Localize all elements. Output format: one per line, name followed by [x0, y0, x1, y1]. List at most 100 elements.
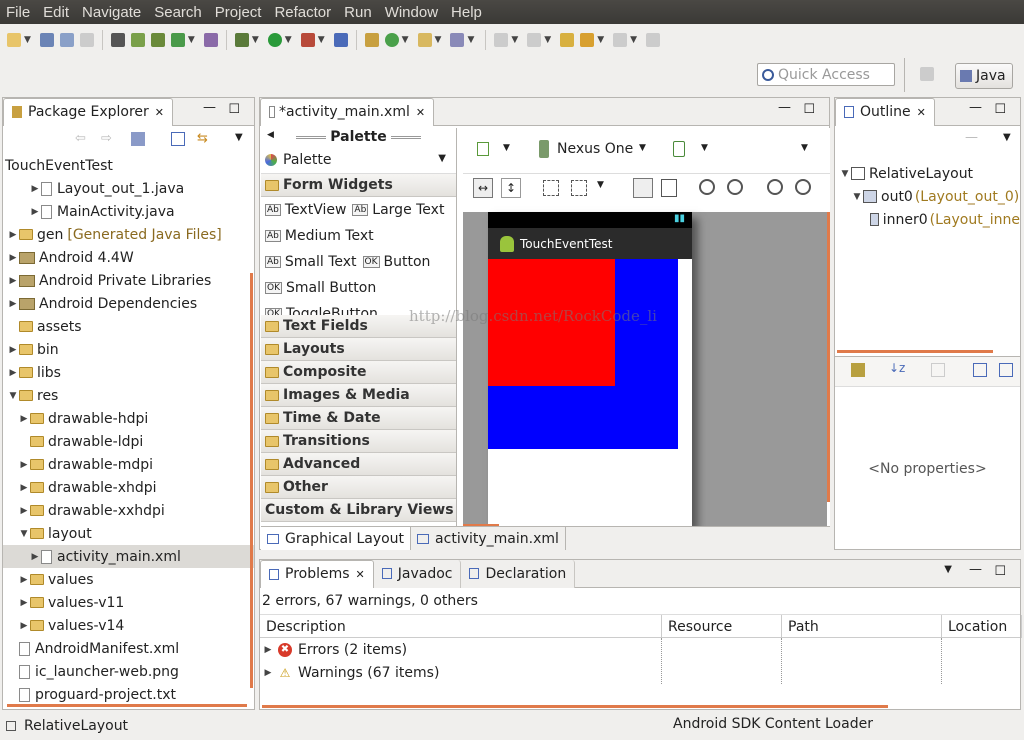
new-icon[interactable]	[7, 33, 21, 47]
expand-arrow-icon[interactable]: ▶	[7, 299, 19, 309]
run-icon[interactable]	[267, 33, 282, 47]
expand-arrow-icon[interactable]: ▶	[18, 575, 30, 585]
pin-editor-icon[interactable]	[646, 33, 661, 47]
tree-item[interactable]: AndroidManifest.xml	[3, 637, 254, 660]
search-tool-icon[interactable]	[450, 33, 465, 47]
sort-alpha-icon[interactable]: ↓z	[889, 361, 905, 375]
more-options-icon[interactable]: ▼	[801, 143, 808, 153]
editor-bottom-tab[interactable]: activity_main.xml	[411, 527, 566, 550]
tree-item[interactable]: ▶ Android 4.4W	[3, 246, 254, 269]
menu-window[interactable]: Window	[385, 4, 438, 21]
expand-arrow-icon[interactable]: ▶	[262, 668, 274, 678]
expand-arrow-icon[interactable]: ▶	[29, 207, 41, 217]
expand-arrow-icon[interactable]: ▶	[7, 253, 19, 263]
orientation-icon[interactable]	[673, 141, 685, 157]
expand-arrow-icon[interactable]: ▶	[262, 645, 274, 655]
tree-item[interactable]: ▶ Layout_out_1.java	[3, 177, 254, 200]
palette-widget[interactable]: OK ToggleButton	[265, 306, 378, 315]
zoom-out-icon[interactable]	[767, 179, 783, 195]
maximize-icon[interactable]: ☐	[228, 102, 240, 117]
minimize-icon[interactable]: —	[778, 100, 791, 115]
palette-widget[interactable]: Ab Medium Text	[265, 228, 374, 244]
expand-arrow-icon[interactable]: ▼	[18, 529, 30, 539]
view-menu-icon[interactable]: ▼	[235, 132, 243, 143]
collapse-all-icon[interactable]	[171, 132, 185, 146]
expand-arrow-icon[interactable]: ▶	[29, 552, 41, 562]
tree-item[interactable]: ▶ values	[3, 568, 254, 591]
menu-file[interactable]: File	[6, 4, 30, 21]
tab-declaration[interactable]: Declaration	[461, 559, 576, 588]
palette-category[interactable]: Layouts	[261, 338, 456, 361]
tree-item[interactable]: ▶ activity_main.xml	[3, 545, 254, 568]
margins-icon[interactable]	[543, 180, 559, 196]
minimize-icon[interactable]: —	[969, 562, 982, 577]
palette-widget[interactable]: Ab Large Text	[352, 202, 444, 218]
expand-all-icon[interactable]	[973, 363, 987, 377]
distribute-icon[interactable]	[661, 179, 677, 197]
tab-package-explorer[interactable]: Package Explorer ✕	[3, 97, 173, 126]
quick-access-field[interactable]: Quick Access	[757, 63, 895, 86]
expand-arrow-icon[interactable]: ▼	[7, 391, 19, 401]
chevron-down-icon[interactable]: ▼	[503, 143, 510, 153]
column-header-resource[interactable]: Resource	[662, 615, 782, 638]
tree-item[interactable]: ▶ drawable-mdpi	[3, 453, 254, 476]
minimize-icon[interactable]: —	[969, 100, 982, 115]
expand-arrow-icon[interactable]: ▶	[29, 184, 41, 194]
tree-item[interactable]: ▶ drawable-xxhdpi	[3, 499, 254, 522]
prev-annotation-icon[interactable]	[527, 33, 542, 47]
advanced-icon[interactable]	[931, 363, 945, 377]
palette-category[interactable]: Custom & Library Views	[261, 499, 456, 522]
chevron-down-icon[interactable]: ▼	[597, 180, 604, 190]
expand-arrow-icon[interactable]: ▶	[7, 368, 19, 378]
forward-nav-icon[interactable]: ⇨	[101, 131, 112, 146]
tree-item[interactable]: ▶ Android Dependencies	[3, 292, 254, 315]
view-menu-icon[interactable]: ▼	[944, 564, 952, 575]
menu-help[interactable]: Help	[451, 4, 482, 21]
back-icon[interactable]	[580, 33, 595, 47]
palette-category[interactable]: Time & Date	[261, 407, 456, 430]
expand-arrow-icon[interactable]: ▶	[18, 598, 30, 608]
collapse-all-icon[interactable]	[999, 363, 1013, 377]
column-header-path[interactable]: Path	[782, 615, 942, 638]
baseline-icon[interactable]	[633, 178, 653, 198]
next-annotation-icon[interactable]	[494, 33, 509, 47]
print-icon[interactable]	[79, 33, 94, 47]
check-icon[interactable]	[170, 33, 185, 47]
palette-widget[interactable]: Ab Small Text	[265, 254, 357, 270]
collapse-palette-icon[interactable]: ◀	[267, 130, 274, 140]
palette-category[interactable]: Transitions	[261, 430, 456, 453]
menu-edit[interactable]: Edit	[43, 4, 69, 21]
zoom-in-icon[interactable]	[795, 179, 811, 195]
up-icon[interactable]	[131, 132, 145, 146]
config-icon[interactable]	[477, 142, 489, 156]
fill-height-icon[interactable]: ↕	[501, 178, 521, 198]
expand-arrow-icon[interactable]: ▶	[7, 345, 19, 355]
palette-widget[interactable]: OK Button	[362, 254, 430, 270]
palette-category-form-widgets[interactable]: Form Widgets	[261, 174, 456, 197]
close-icon[interactable]: ✕	[356, 568, 365, 581]
outline-node[interactable]: ▼ out0 (Layout_out_0)	[835, 185, 1020, 208]
tab-javadoc[interactable]: Javadoc	[373, 559, 462, 588]
avd-manager-icon[interactable]	[130, 33, 145, 47]
palette-dropdown[interactable]: Palette ▼	[261, 146, 456, 174]
forward-icon[interactable]	[613, 33, 628, 47]
categories-icon[interactable]	[851, 363, 865, 377]
tree-item[interactable]: ▶ gen [Generated Java Files]	[3, 223, 254, 246]
palette-category[interactable]: Images & Media	[261, 384, 456, 407]
debug-icon[interactable]	[234, 33, 249, 47]
tree-item[interactable]: ▼ layout	[3, 522, 254, 545]
tree-item[interactable]: drawable-ldpi	[3, 430, 254, 453]
new-android-project-icon[interactable]	[203, 33, 218, 47]
expand-arrow-icon[interactable]: ▶	[18, 414, 30, 424]
expand-arrow-icon[interactable]: ▶	[18, 483, 30, 493]
open-perspective-icon[interactable]	[920, 67, 934, 81]
minimize-icon[interactable]: —	[203, 100, 216, 115]
view-menu-icon[interactable]: ▼	[1003, 132, 1011, 143]
chevron-down-icon[interactable]: ▼	[701, 143, 708, 153]
menu-navigate[interactable]: Navigate	[82, 4, 141, 21]
palette-widget[interactable]: Ab TextView	[265, 202, 346, 218]
device-selector[interactable]: Nexus One	[557, 141, 633, 157]
back-nav-icon[interactable]: ⇦	[75, 131, 86, 146]
outline-node[interactable]: ▼ RelativeLayout	[835, 162, 1020, 185]
palette-category[interactable]: Composite	[261, 361, 456, 384]
